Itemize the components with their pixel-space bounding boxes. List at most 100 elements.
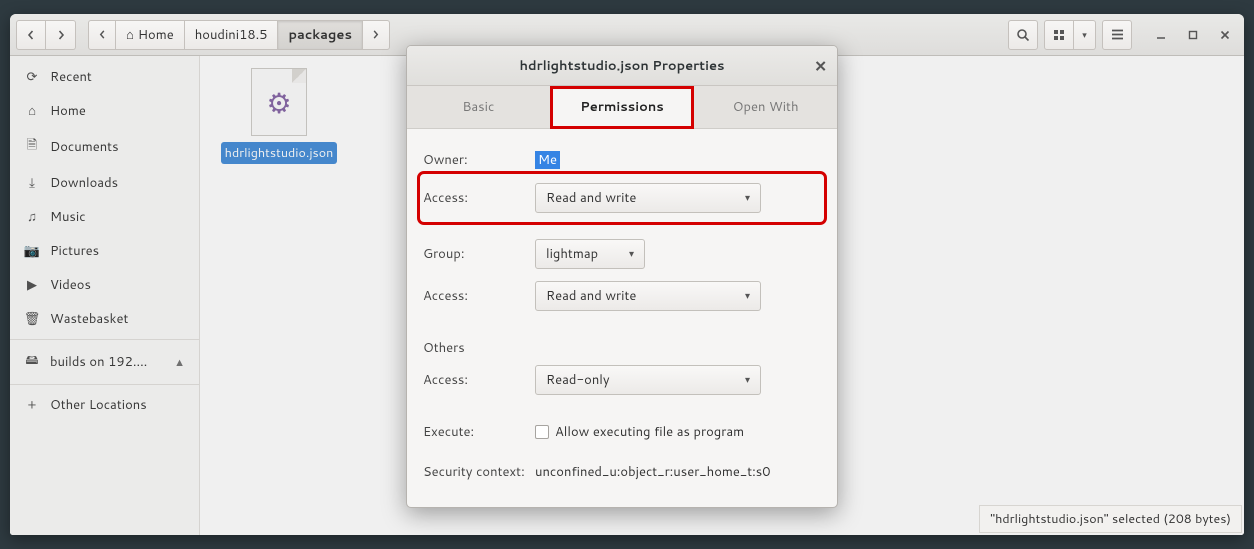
sidebar-item-recent[interactable]: ⟳ Recent (10, 60, 199, 94)
owner-access-value: Read and write (546, 189, 636, 207)
recent-icon: ⟳ (24, 68, 40, 86)
row-others-access: Access: Read-only (423, 359, 821, 401)
maximize-icon (1188, 30, 1198, 40)
path-seg-1-label: houdini18.5 (195, 26, 268, 44)
home-icon: ⌂ (126, 26, 134, 44)
view-grid-button[interactable] (1044, 20, 1074, 50)
owner-access-select[interactable]: Read and write (535, 183, 761, 213)
status-bar: "hdrlightstudio.json" selected (208 byte… (979, 505, 1242, 533)
sidebar: ⟳ Recent ⌂ Home 🗎 Documents ⤓ Downloads … (10, 56, 200, 535)
execute-checkbox[interactable]: Allow executing file as program (535, 423, 744, 441)
path-home-label: Home (138, 26, 174, 44)
properties-dialog: hdrlightstudio.json Properties ✕ Basic P… (406, 45, 838, 508)
row-owner-access: Access: Read and write (423, 177, 821, 219)
dialog-body: Owner: Me Access: Read and write Group: … (407, 129, 837, 507)
sidebar-item-label: Downloads (50, 174, 118, 192)
row-security-context: Security context: unconfined_u:object_r:… (423, 455, 821, 489)
disk-icon: 🖴 (24, 351, 40, 373)
path-next-button[interactable] (362, 20, 390, 50)
maximize-button[interactable] (1180, 22, 1206, 48)
checkbox-icon (535, 425, 549, 439)
close-icon (1220, 30, 1230, 40)
plus-icon: + (24, 396, 40, 414)
sidebar-item-label: Wastebasket (50, 310, 128, 328)
file-item[interactable]: ⚙ hdrlightstudio.json (220, 68, 338, 164)
label-execute: Execute: (423, 423, 535, 441)
path-seg-2[interactable]: packages (277, 20, 362, 50)
downloads-icon: ⤓ (24, 174, 40, 192)
view-options-button[interactable]: ▾ (1074, 20, 1096, 50)
close-window-button[interactable] (1212, 22, 1238, 48)
hamburger-icon (1111, 29, 1124, 40)
label-access: Access: (423, 287, 535, 305)
path-seg-2-label: packages (288, 26, 351, 44)
row-group: Group: lightmap (423, 233, 821, 275)
file-name-label: hdrlightstudio.json (221, 142, 338, 164)
sidebar-item-label: Videos (50, 276, 91, 294)
path-seg-1[interactable]: houdini18.5 (184, 20, 279, 50)
hamburger-menu-button[interactable] (1102, 20, 1132, 50)
videos-icon: ▶ (24, 276, 40, 294)
label-owner: Owner: (423, 151, 535, 169)
row-group-access: Access: Read and write (423, 275, 821, 317)
json-file-icon: ⚙ (251, 68, 307, 136)
sidebar-separator (10, 339, 199, 340)
sidebar-item-label: Documents (50, 138, 119, 156)
back-button[interactable] (16, 20, 46, 50)
chevron-right-icon (56, 30, 66, 40)
sidebar-item-label: Pictures (50, 242, 99, 260)
right-controls: ▾ (1008, 20, 1238, 50)
tab-open-with[interactable]: Open With (694, 86, 837, 128)
label-group: Group: (423, 245, 535, 263)
group-value: lightmap (546, 245, 598, 263)
sidebar-item-label: Other Locations (50, 396, 147, 414)
chevron-right-icon (371, 30, 380, 39)
path-home[interactable]: ⌂ Home (115, 20, 185, 50)
sidebar-item-home[interactable]: ⌂ Home (10, 94, 199, 128)
sidebar-item-documents[interactable]: 🗎 Documents (10, 128, 199, 166)
trash-icon: 🗑 (24, 310, 40, 328)
sidebar-item-other-locations[interactable]: + Other Locations (10, 388, 199, 422)
eject-icon[interactable]: ▲ (174, 354, 185, 370)
sidebar-item-label: Music (50, 208, 86, 226)
status-text: "hdrlightstudio.json" selected (208 byte… (990, 510, 1231, 528)
sidebar-item-downloads[interactable]: ⤓ Downloads (10, 166, 199, 200)
row-owner: Owner: Me (423, 143, 821, 177)
security-context-value: unconfined_u:object_r:user_home_t:s0 (535, 463, 771, 481)
grid-icon (1053, 29, 1065, 41)
chevron-left-icon (26, 30, 36, 40)
tab-basic[interactable]: Basic (407, 86, 550, 128)
sidebar-item-videos[interactable]: ▶ Videos (10, 268, 199, 302)
sidebar-item-network-mount[interactable]: 🖴 builds on 192.… ▲ (10, 343, 199, 381)
group-access-select[interactable]: Read and write (535, 281, 761, 311)
search-icon (1016, 28, 1030, 42)
nav-group (16, 20, 76, 50)
others-access-select[interactable]: Read-only (535, 365, 761, 395)
group-select[interactable]: lightmap (535, 239, 645, 269)
chevron-left-icon (98, 30, 107, 39)
path-bar: ⌂ Home houdini18.5 packages (88, 20, 390, 50)
documents-icon: 🗎 (24, 136, 40, 158)
minimize-icon (1156, 30, 1166, 40)
dialog-title-bar: hdrlightstudio.json Properties ✕ (407, 46, 837, 86)
dialog-close-button[interactable]: ✕ (814, 55, 827, 76)
search-button[interactable] (1008, 20, 1038, 50)
dialog-tabs: Basic Permissions Open With (407, 86, 837, 129)
sidebar-item-pictures[interactable]: 📷 Pictures (10, 234, 199, 268)
label-access: Access: (423, 371, 535, 389)
path-prev-button[interactable] (88, 20, 116, 50)
row-execute: Execute: Allow executing file as program (423, 415, 821, 449)
others-access-value: Read-only (546, 371, 610, 389)
pictures-icon: 📷 (24, 242, 40, 260)
sidebar-item-music[interactable]: ♫ Music (10, 200, 199, 234)
group-access-value: Read and write (546, 287, 636, 305)
dialog-title: hdrlightstudio.json Properties (520, 57, 725, 75)
sidebar-item-label: builds on 192.… (50, 353, 147, 371)
sidebar-item-label: Home (50, 102, 86, 120)
owner-value: Me (535, 151, 560, 169)
forward-button[interactable] (46, 20, 76, 50)
minimize-button[interactable] (1148, 22, 1174, 48)
tab-permissions[interactable]: Permissions (550, 86, 695, 129)
sidebar-item-wastebasket[interactable]: 🗑 Wastebasket (10, 302, 199, 336)
label-others: Others (423, 339, 535, 357)
